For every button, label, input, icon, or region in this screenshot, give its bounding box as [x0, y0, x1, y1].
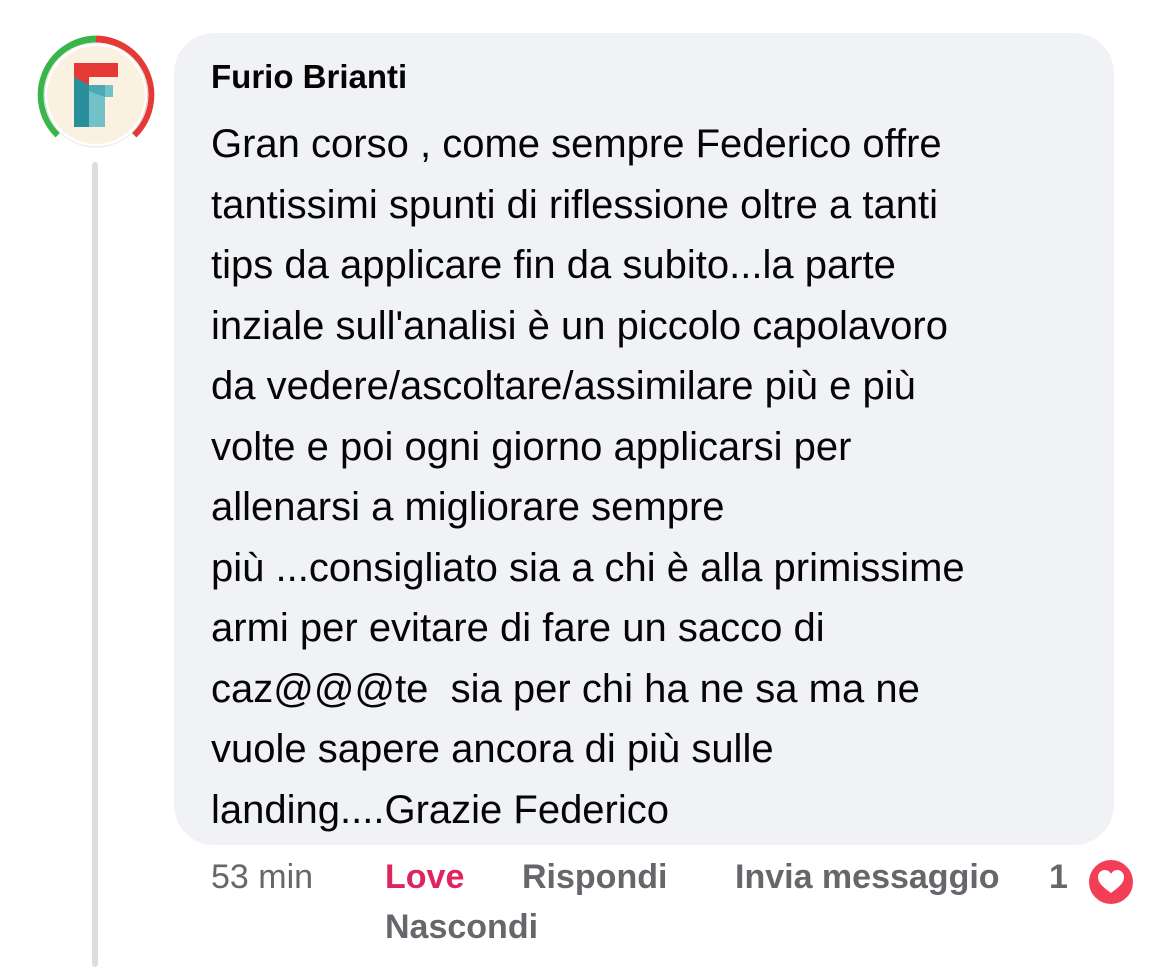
comment-text-line: più ...consigliato sia a chi è alla prim…: [211, 545, 965, 590]
comment-text-line: vuole sapere ancora di più sulle: [211, 727, 774, 771]
comment-author[interactable]: Furio Brianti: [211, 58, 407, 96]
love-reaction-button[interactable]: Love: [385, 858, 464, 897]
send-message-button[interactable]: Invia messaggio: [735, 858, 1000, 897]
hide-button[interactable]: Nascondi: [385, 908, 538, 947]
comment-text-line: armi per evitare di fare un sacco di: [211, 606, 825, 650]
comment-text-line: allenarsi a migliorare sempre: [211, 485, 725, 529]
thread-line: [92, 162, 98, 967]
avatar[interactable]: [36, 35, 156, 155]
comment-text-line: inziale sull'analisi è un piccolo capola…: [211, 303, 948, 348]
comment-text-line: tantissimi spunti di riflessione oltre a…: [211, 182, 938, 227]
reaction-count[interactable]: 1: [1049, 858, 1068, 897]
comment-text-line: landing....Grazie Federico: [211, 787, 670, 832]
comment-text: Gran corso , come sempre Federico offre …: [211, 114, 1091, 840]
heart-icon[interactable]: [1086, 857, 1136, 907]
comment-text-line: volte e poi ogni giorno applicarsi per: [211, 424, 852, 469]
reply-button[interactable]: Rispondi: [522, 858, 667, 897]
comment-timestamp[interactable]: 53 min: [211, 858, 313, 897]
comment-text-line: da vedere/ascoltare/assimilare più e più: [211, 364, 916, 408]
comment-text-line: Gran corso , come sempre Federico offre: [211, 122, 942, 166]
comment-text-line: caz@@@te sia per chi ha ne sa ma ne: [211, 666, 920, 711]
comment-text-line: tips da applicare fin da subito...la par…: [211, 243, 896, 287]
